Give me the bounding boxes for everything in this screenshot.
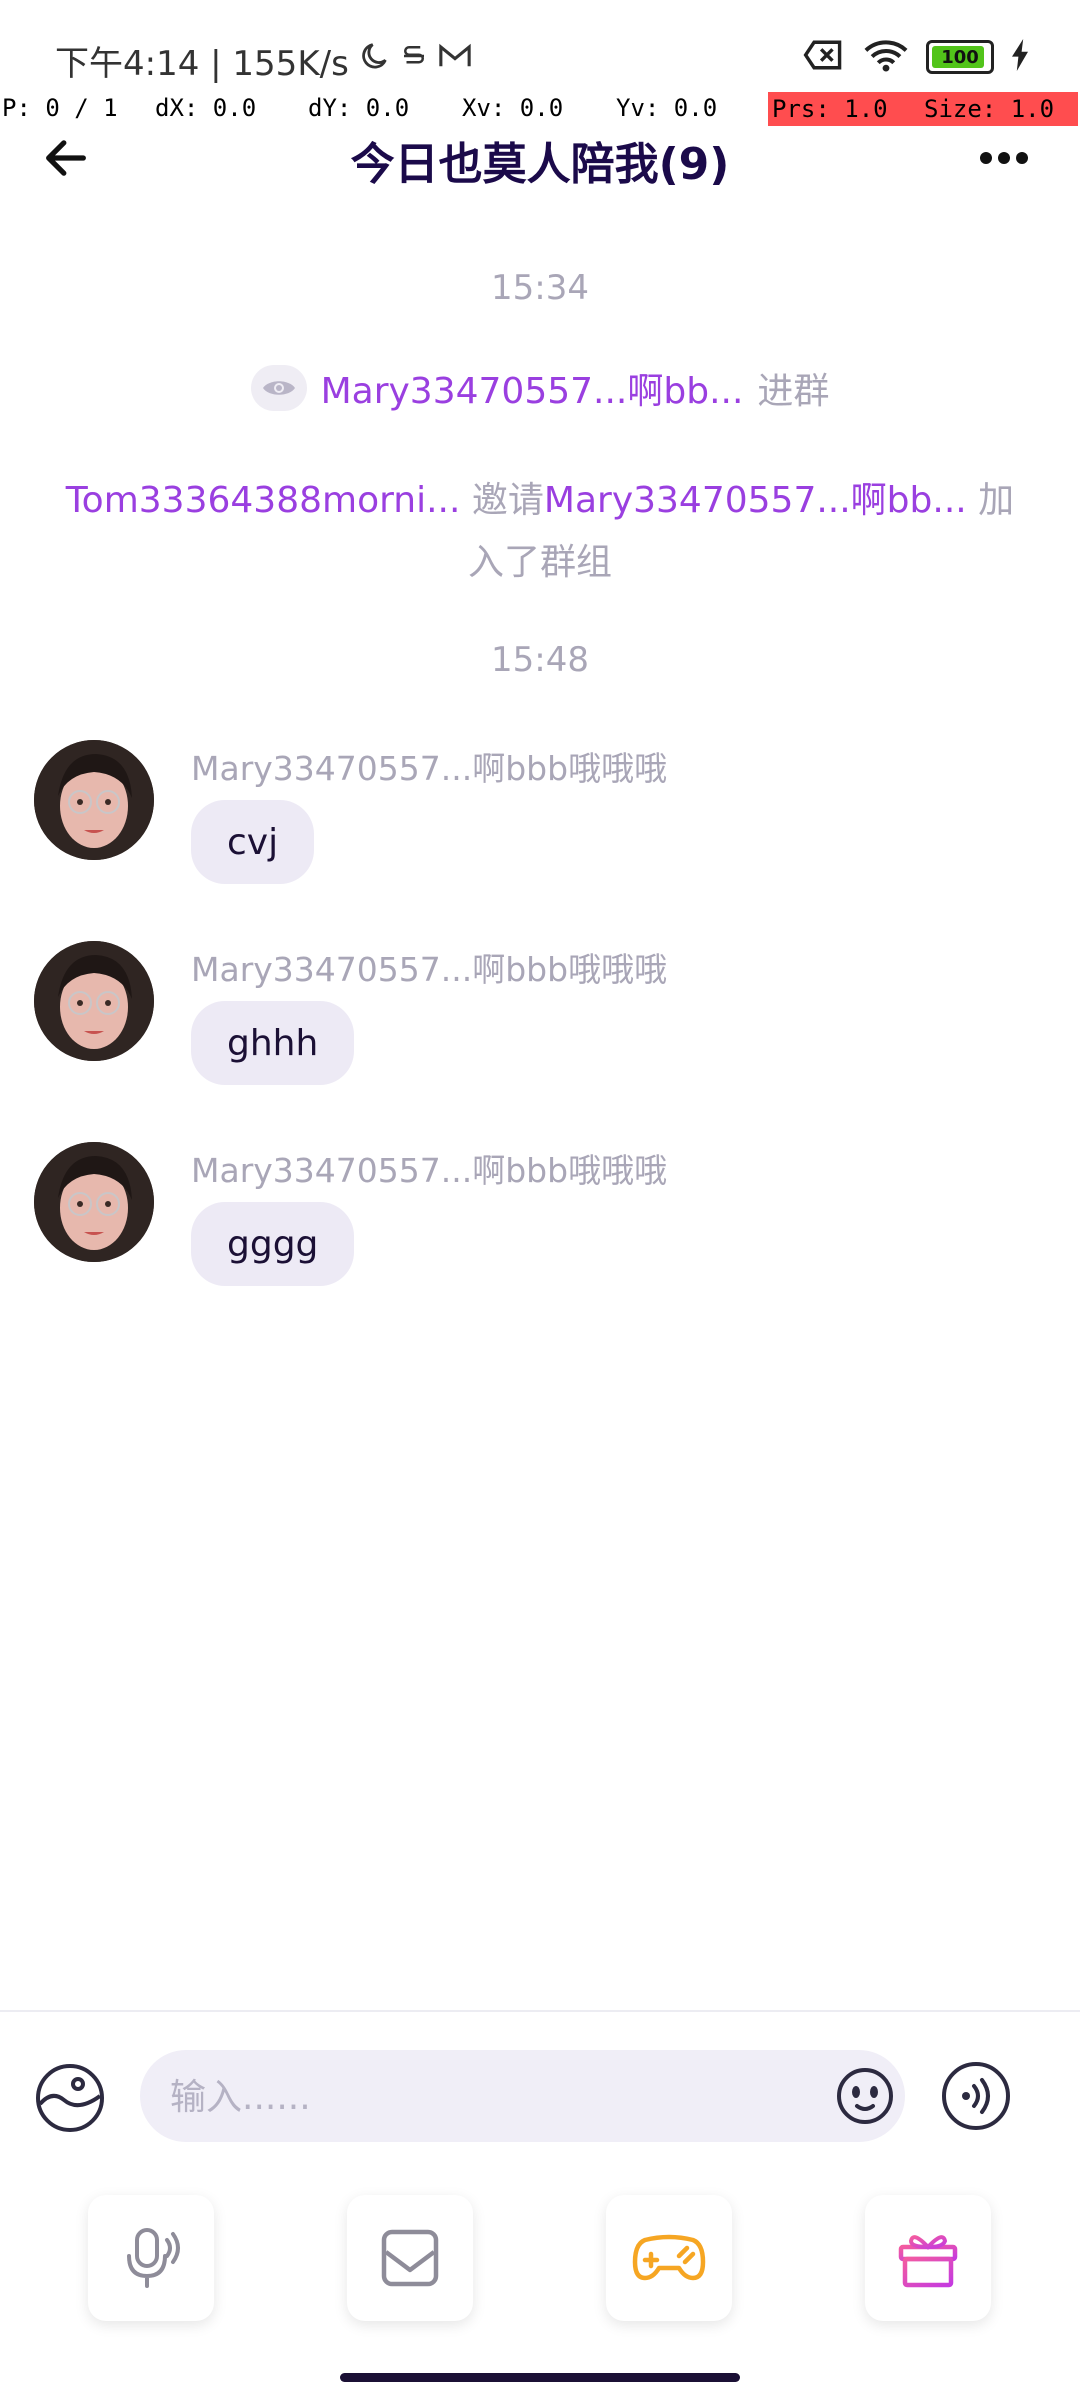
join-text: 进群 — [757, 371, 830, 412]
toolbar-row — [0, 2195, 1080, 2325]
debug-pointer: P: 0 / 1 — [2, 94, 118, 122]
message-item: Mary33470557...啊bbb哦哦哦 cvj — [34, 740, 1034, 920]
debug-dx: dX: 0.0 — [155, 94, 257, 122]
eye-icon — [250, 365, 307, 411]
chat-header: 今日也莫人陪我(9) — [0, 120, 1080, 200]
page-title: 今日也莫人陪我(9) — [350, 139, 730, 190]
more-button[interactable] — [964, 128, 1044, 188]
status-time-text: 下午4:14 | 155K/s — [55, 44, 349, 84]
battery-icon: 100 — [926, 40, 994, 74]
sim-off-icon — [802, 38, 846, 76]
gift-icon — [898, 2235, 958, 2288]
smile-face-icon — [837, 2068, 893, 2124]
status-icons: 100 — [802, 38, 1030, 76]
message-bubble[interactable]: cvj — [191, 800, 315, 884]
album-button[interactable] — [347, 2195, 473, 2321]
mail-m-icon — [437, 39, 473, 82]
image-landscape-icon — [36, 2064, 104, 2132]
message-bubble[interactable]: ghhh — [191, 1001, 355, 1085]
status-time-speed: 下午4:14 | 155K/s — [55, 36, 473, 85]
composer-divider — [0, 2010, 1080, 2012]
message-sender: Mary33470557...啊bbb哦哦哦 — [191, 950, 668, 989]
photo-frame-icon — [381, 2229, 439, 2287]
avatar[interactable] — [34, 740, 154, 860]
avatar[interactable] — [34, 941, 154, 1061]
join-username[interactable]: Mary33470557...啊bb... — [321, 362, 744, 414]
message-sender: Mary33470557...啊bbb哦哦哦 — [191, 749, 668, 788]
join-notice: Mary33470557...啊bb... 进群 — [0, 362, 1080, 414]
notification-s-icon — [399, 39, 429, 82]
invite-text: 邀请 — [471, 480, 544, 521]
inviter-username[interactable]: Tom33364388morni... — [66, 480, 461, 521]
chat-timestamp: 15:48 — [491, 640, 589, 680]
charging-icon — [1010, 39, 1030, 75]
moon-icon — [357, 39, 391, 82]
invitee-username[interactable]: Mary33470557...啊bb... — [544, 480, 967, 521]
message-item: Mary33470557...啊bbb哦哦哦 ghhh — [34, 941, 1034, 1121]
debug-yv: Yv: 0.0 — [616, 94, 718, 122]
photo-button[interactable] — [34, 2062, 106, 2134]
battery-level: 100 — [941, 46, 979, 68]
home-indicator[interactable] — [340, 2373, 740, 2382]
message-input-container — [140, 2050, 905, 2144]
sound-wave-icon — [942, 2062, 1010, 2130]
chat-timestamp: 15:34 — [491, 268, 589, 308]
emoji-button[interactable] — [835, 2066, 895, 2126]
voice-mode-button[interactable] — [940, 2060, 1012, 2132]
gift-button[interactable] — [865, 2195, 991, 2321]
message-sender: Mary33470557...啊bbb哦哦哦 — [191, 1151, 668, 1190]
debug-xv: Xv: 0.0 — [462, 94, 564, 122]
status-bar: 下午4:14 | 155K/s 100 — [0, 0, 1080, 100]
wifi-icon — [862, 38, 910, 76]
message-input[interactable] — [168, 2050, 822, 2144]
avatar[interactable] — [34, 1142, 154, 1262]
microphone-icon — [127, 2228, 180, 2288]
game-button[interactable] — [606, 2195, 732, 2321]
invite-notice: Tom33364388morni... 邀请Mary33470557...啊bb… — [60, 470, 1020, 594]
message-item: Mary33470557...啊bbb哦哦哦 gggg — [34, 1142, 1034, 1322]
voice-record-button[interactable] — [88, 2195, 214, 2321]
message-bubble[interactable]: gggg — [191, 1202, 355, 1286]
gamepad-icon — [632, 2234, 706, 2281]
debug-dy: dY: 0.0 — [308, 94, 410, 122]
more-dots-icon — [980, 152, 1028, 164]
